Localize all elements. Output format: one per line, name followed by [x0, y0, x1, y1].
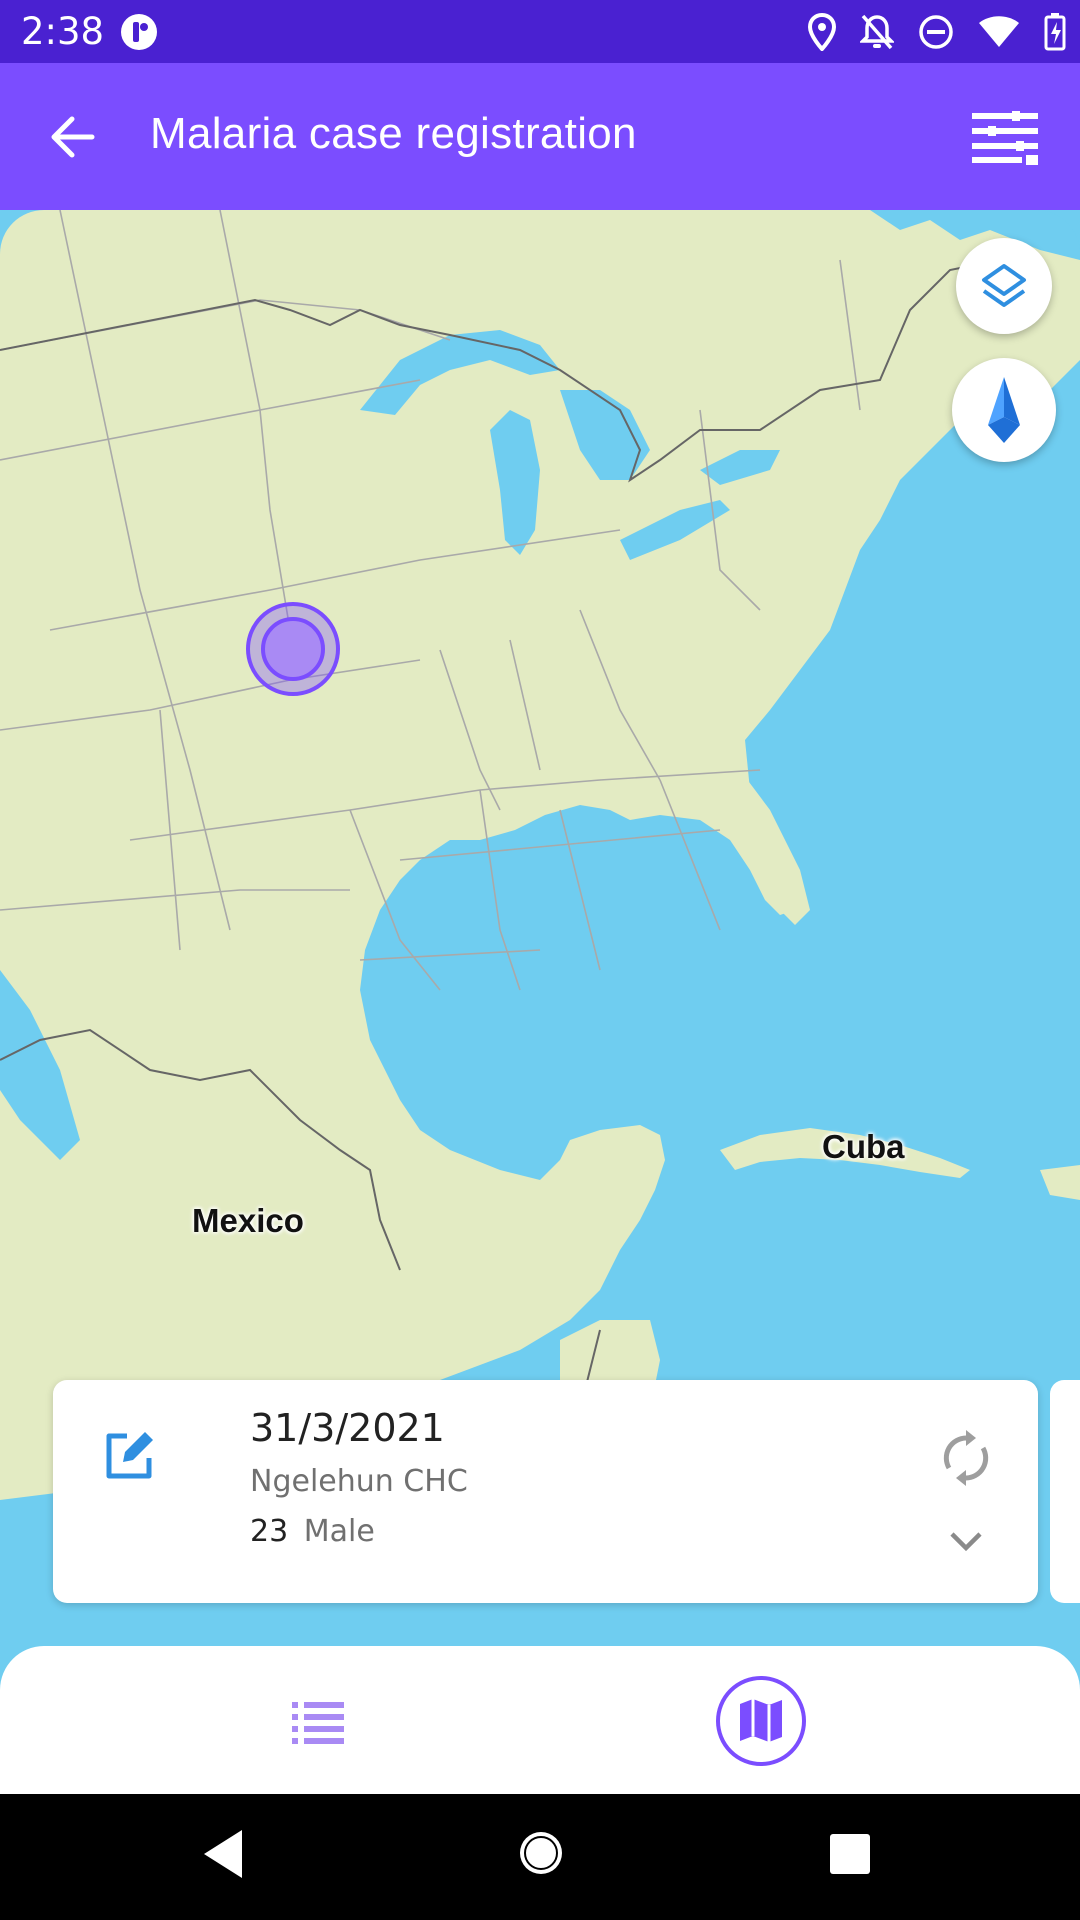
next-case-card[interactable] — [1050, 1380, 1080, 1603]
back-button[interactable] — [40, 105, 104, 169]
edit-button[interactable] — [95, 1422, 163, 1490]
arrow-back-icon — [51, 116, 95, 158]
sync-button[interactable] — [936, 1428, 996, 1488]
sync-icon — [943, 1430, 989, 1486]
status-time: 2:38 — [21, 10, 105, 53]
bottom-navigation — [0, 1646, 1080, 1794]
map-layers-button[interactable] — [956, 238, 1052, 334]
nav-map-view[interactable] — [716, 1676, 806, 1766]
status-icons — [808, 10, 1066, 54]
app-notification-icon — [121, 14, 157, 50]
layers-icon — [982, 264, 1026, 307]
app-bar: Malaria case registration — [0, 63, 1080, 210]
chevron-down-icon — [950, 1532, 982, 1552]
system-home-icon[interactable] — [516, 1828, 566, 1878]
do-not-disturb-icon — [919, 15, 953, 49]
system-recents-icon[interactable] — [830, 1834, 870, 1874]
list-icon — [292, 1702, 344, 1744]
case-location-marker-inner — [261, 617, 325, 681]
status-bar: 2:38 — [0, 0, 1080, 63]
expand-button[interactable] — [936, 1512, 996, 1572]
page-title: Malaria case registration — [150, 109, 637, 158]
case-date: 31/3/2021 — [250, 1406, 445, 1450]
nav-list-view[interactable] — [272, 1676, 364, 1768]
location-icon — [808, 13, 836, 51]
filter-button[interactable] — [970, 103, 1040, 173]
map-label-mexico: Mexico — [192, 1202, 304, 1239]
case-card[interactable]: 31/3/2021 Ngelehun CHC 23 Male — [53, 1380, 1038, 1603]
wifi-icon — [979, 16, 1019, 47]
case-age: 23 — [250, 1514, 289, 1549]
filter-icon — [972, 111, 1038, 165]
system-back-icon[interactable] — [200, 1828, 246, 1880]
system-navigation-bar — [0, 1794, 1080, 1920]
compass-button[interactable] — [952, 358, 1056, 462]
compass-icon — [988, 377, 1020, 443]
case-location-marker[interactable] — [246, 602, 340, 696]
notifications-off-icon — [860, 14, 894, 50]
edit-icon — [106, 1432, 153, 1479]
map-label-cuba: Cuba — [822, 1128, 905, 1165]
case-sex: Male — [303, 1514, 375, 1549]
case-attributes: 23 Male — [250, 1514, 375, 1549]
map-icon — [740, 1699, 782, 1742]
battery-charging-icon — [1044, 13, 1066, 51]
case-org-unit: Ngelehun CHC — [250, 1464, 468, 1499]
